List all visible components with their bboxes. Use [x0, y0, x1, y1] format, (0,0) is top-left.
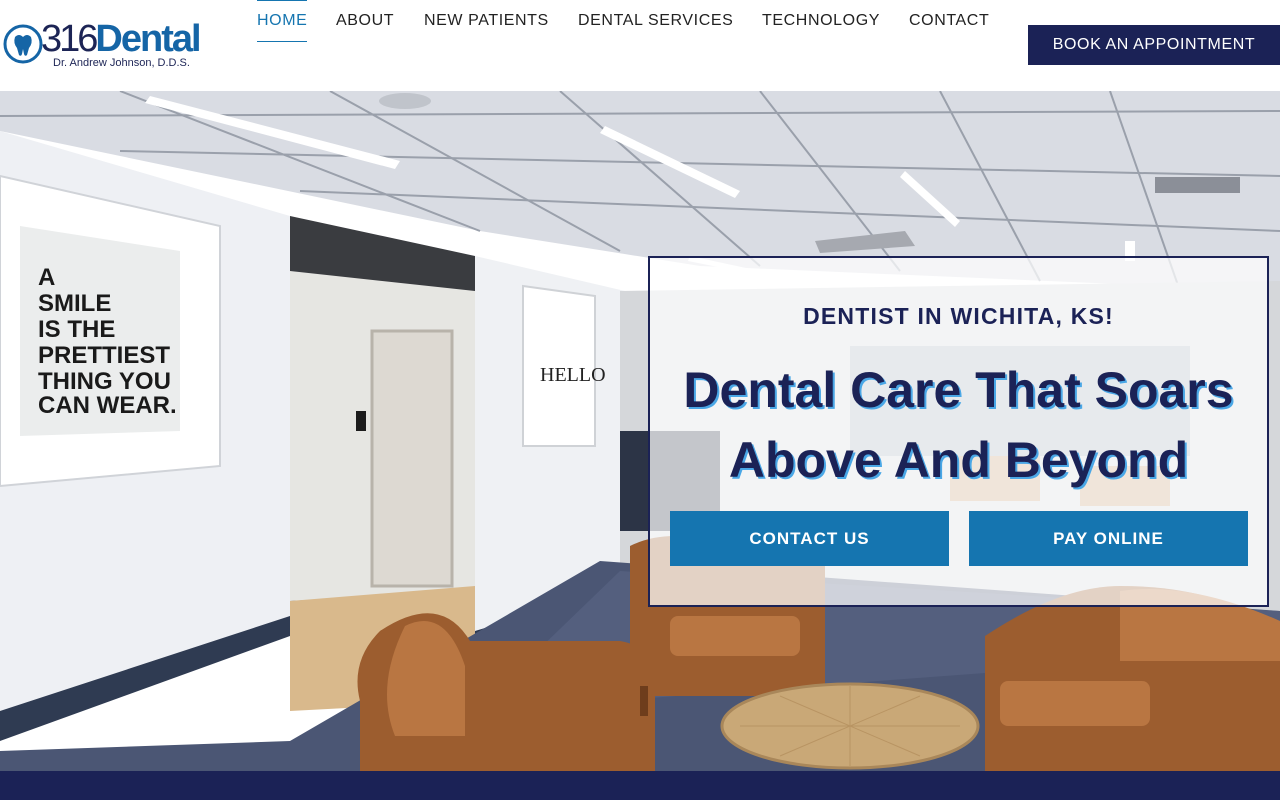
poster-line-4: PRETTIEST: [38, 342, 170, 369]
pay-online-button[interactable]: PAY ONLINE: [969, 511, 1248, 566]
nav-new-patients[interactable]: NEW PATIENTS: [424, 0, 549, 42]
poster-line-2: SMILE: [38, 290, 111, 317]
site-logo[interactable]: 316Dental Dr. Andrew Johnson, D.D.S.: [3, 18, 223, 74]
nav-dental-services[interactable]: DENTAL SERVICES: [578, 0, 733, 42]
poster-line-6: CAN WEAR.: [38, 392, 177, 419]
logo-word: Dental: [95, 18, 201, 60]
hero-headline: Dental Care That Soars Above And Beyond: [650, 355, 1267, 495]
nav-about[interactable]: ABOUT: [336, 0, 394, 42]
poster-line-1: A: [38, 264, 55, 291]
hero-headline-line-1: Dental Care That Soars: [683, 362, 1234, 418]
nav-home[interactable]: HOME: [257, 0, 308, 42]
logo-doctor-name: Dr. Andrew Johnson, D.D.S.: [53, 57, 190, 69]
hero-section: A SMILE IS THE PRETTIEST THING YOU CAN W…: [0, 91, 1280, 771]
poster-line-3: IS THE: [38, 316, 115, 343]
site-header: 316Dental Dr. Andrew Johnson, D.D.S. HOM…: [0, 0, 1280, 91]
nav-technology[interactable]: TECHNOLOGY: [762, 0, 880, 42]
hello-sign-text: HELLO: [540, 364, 606, 386]
nav-contact[interactable]: CONTACT: [909, 0, 989, 42]
hero-kicker: DENTIST IN WICHITA, KS!: [803, 303, 1114, 329]
poster-line-5: THING YOU: [38, 368, 171, 395]
hero-headline-line-2: Above And Beyond: [728, 432, 1189, 488]
footer-band: [0, 771, 1280, 800]
contact-us-button[interactable]: CONTACT US: [670, 511, 949, 566]
hero-card: DENTIST IN WICHITA, KS! Dental Care That…: [648, 256, 1269, 607]
logo-number: 316: [41, 18, 98, 60]
book-appointment-button[interactable]: BOOK AN APPOINTMENT: [1028, 25, 1280, 65]
tooth-icon: [3, 24, 43, 64]
logo-wordmark: 316Dental: [41, 18, 202, 60]
